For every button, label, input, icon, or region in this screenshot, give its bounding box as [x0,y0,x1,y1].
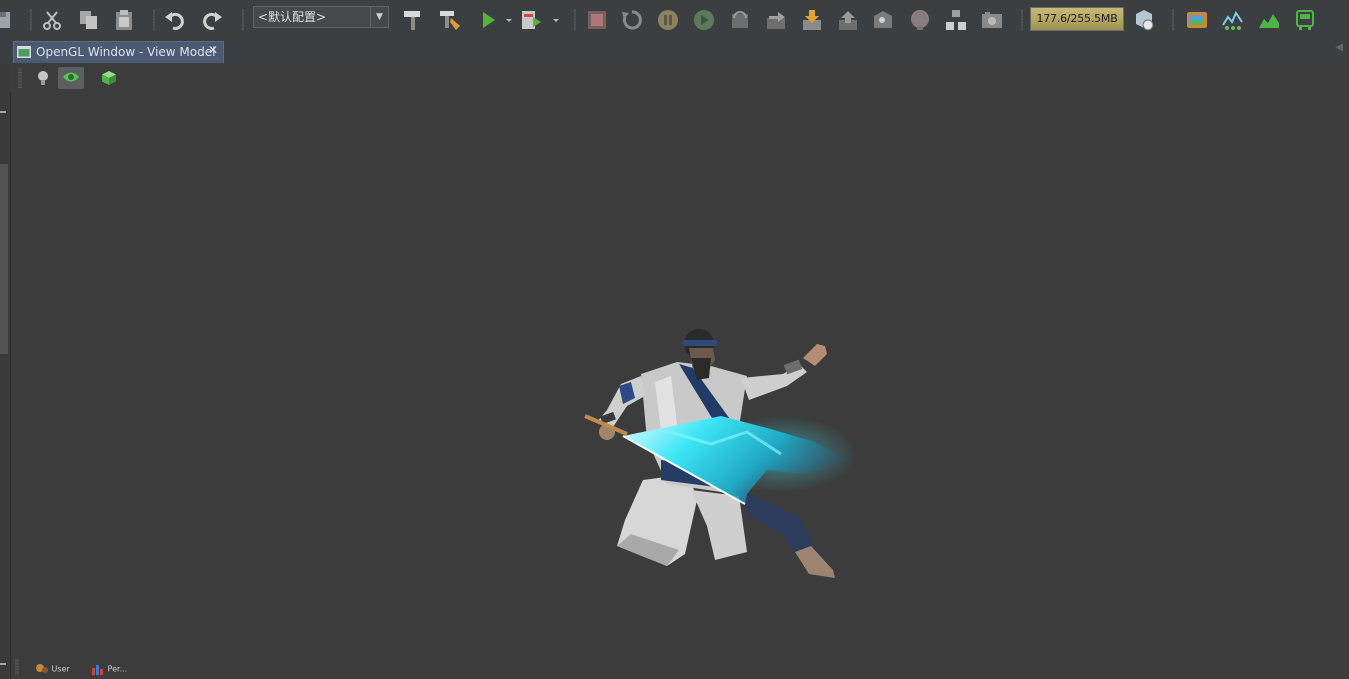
toolbar-separator [1172,9,1174,31]
left-scrollbar-handle[interactable] [0,164,8,354]
evaluate-icon[interactable] [871,8,895,32]
toolbar-separator [153,9,155,31]
toolbar-separator [1021,9,1023,31]
debug-dropdown-icon[interactable] [544,8,559,32]
vehicle-icon[interactable] [1293,8,1317,32]
character-model [584,329,857,578]
clean-build-icon[interactable] [438,8,462,32]
undo-icon[interactable] [164,8,188,32]
run-dropdown-icon[interactable] [497,8,512,32]
bottom-item-user[interactable]: User [35,663,70,677]
tab-opengl-window[interactable]: OpenGL Window - View Model ✕ [13,41,224,63]
eye-icon[interactable] [58,67,84,89]
hierarchy-icon[interactable] [944,8,968,32]
paste-icon[interactable] [112,8,136,32]
profiler-icon[interactable] [1221,8,1245,32]
step-out-icon[interactable] [800,8,824,32]
stop-icon[interactable] [585,8,609,32]
chart-icon[interactable] [1257,8,1281,32]
editor-tab-bar: OpenGL Window - View Model ✕ ◀ [0,40,1349,65]
step-over-icon[interactable] [728,8,752,32]
toolbar-separator [242,9,244,31]
chevron-down-icon[interactable]: ▼ [370,7,388,27]
copy-icon[interactable] [77,8,101,32]
build-hammer-icon[interactable] [401,8,425,32]
opengl-viewport[interactable] [11,92,1349,657]
refresh-icon[interactable] [620,8,644,32]
configuration-select[interactable]: <默认配置> ▼ [253,6,389,28]
image-viewer-icon[interactable] [1185,8,1209,32]
breakpoint-icon[interactable] [908,8,932,32]
panel-marker [0,111,6,113]
performance-icon [92,665,103,675]
continue-icon[interactable] [692,8,716,32]
bottom-item-performance[interactable]: Per... [91,663,127,677]
window-icon [17,46,31,58]
panel-marker [0,663,6,665]
toolbar-grip[interactable] [15,659,19,675]
light-icon[interactable] [30,67,56,89]
left-panel-gutter [0,64,11,679]
bottom-item-label: User [51,664,70,674]
step-into-icon[interactable] [764,8,788,32]
run-to-cursor-icon[interactable] [836,8,860,32]
tab-label: OpenGL Window - View Model [36,45,216,59]
toolbar-grip[interactable] [18,68,22,88]
toolbar-separator [574,9,576,31]
toolbar-separator [30,9,32,31]
user-icon [36,664,48,673]
cut-icon[interactable] [40,8,64,32]
bottom-status-bar: User Per... [11,657,1349,679]
memory-indicator[interactable]: 177.6/255.5MB [1030,7,1124,31]
configuration-select-value: <默认配置> [258,10,327,24]
bottom-item-label: Per... [107,664,128,674]
screenshot-icon[interactable] [980,8,1004,32]
cube-icon[interactable] [96,67,122,89]
gc-icon[interactable] [1132,8,1156,32]
pause-icon[interactable] [656,8,680,32]
viewport-toolbar [10,64,1349,92]
close-icon[interactable]: ✕ [208,43,218,57]
save-all-icon[interactable] [0,8,16,32]
tab-scroll-icon[interactable]: ◀ [1335,42,1343,53]
debug-icon[interactable] [520,8,544,32]
redo-icon[interactable] [199,8,223,32]
main-toolbar: <默认配置> ▼ 177.6/255.5MB [0,0,1349,40]
